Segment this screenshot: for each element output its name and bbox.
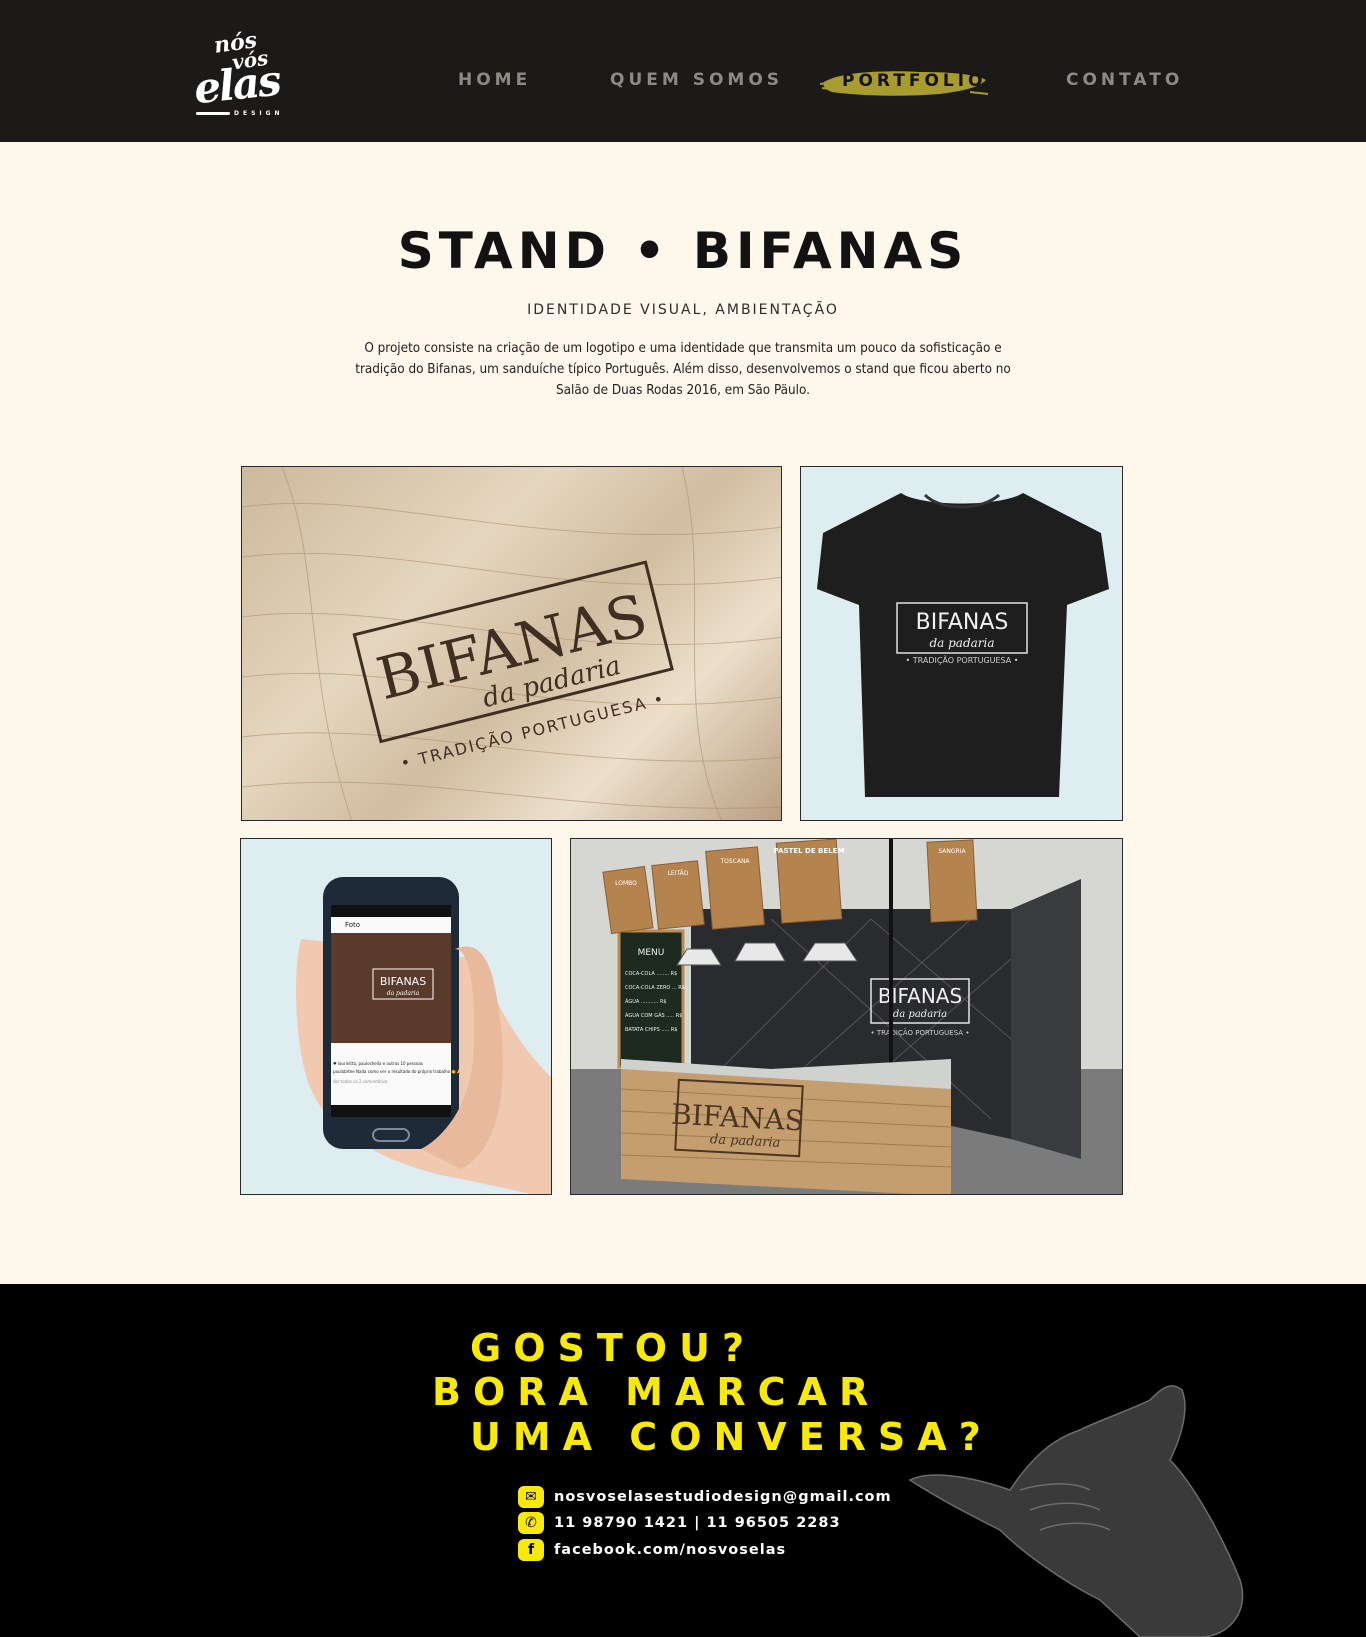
contact-facebook[interactable]: f facebook.com/nosvoselas	[518, 1539, 786, 1561]
phone-more-comments: Ver todos os 2 comentários	[333, 1079, 388, 1084]
stand-counter-brand: BIFANAS	[670, 1098, 804, 1138]
stand-wall-tag: • TRADIÇÃO PORTUGUESA •	[871, 1028, 970, 1037]
wood-stamp-art: BIFANAS da padaria • TRADIÇÃO PORTUGUESA…	[242, 467, 781, 820]
phone-caption: ♥ laurinitta, paulochella e outras 10 pe…	[333, 1061, 423, 1066]
gallery-image-phone[interactable]: Foto BIFANAS da padaria ♥ laurinitta, pa…	[240, 838, 552, 1195]
gallery-image-wood-stamp[interactable]: BIFANAS da padaria • TRADIÇÃO PORTUGUESA…	[241, 466, 782, 821]
phone-brand-text: BIFANAS	[380, 975, 426, 988]
shirt-brand-text: BIFANAS	[916, 610, 1009, 635]
stand-sign-leitao: LEITÃO	[668, 870, 689, 877]
site-header: nós vós elas DESIGN HOME QUEM SOMOS PORT…	[0, 0, 1366, 142]
contact-email-text: nosvoselasestudiodesign@gmail.com	[554, 1489, 892, 1505]
facebook-icon: f	[518, 1539, 544, 1561]
phone-app-title: Foto	[345, 921, 360, 929]
contact-phone[interactable]: ✆ 11 98790 1421 | 11 96505 2283	[518, 1512, 841, 1534]
logo-text-elas: elas	[191, 55, 282, 114]
gallery-image-tshirt[interactable]: BIFANAS da padaria • TRADIÇÃO PORTUGUESA…	[800, 466, 1123, 821]
logo-tag: DESIGN	[234, 110, 284, 117]
stand-sign-pastel: PASTEL DE BELEM	[774, 847, 845, 855]
gallery-image-stand[interactable]: BIFANAS da padaria • TRADIÇÃO PORTUGUESA…	[570, 838, 1123, 1195]
whatsapp-icon: ✆	[518, 1512, 544, 1534]
nav-home[interactable]: HOME	[458, 70, 531, 96]
stand-sign-sangria: SANGRIA	[938, 848, 966, 855]
stand-menu-title: MENU	[638, 948, 665, 958]
stand-sign-toscana: TOSCANA	[719, 858, 750, 865]
stand-menu-item: BATATA CHIPS ..... R$	[625, 1027, 678, 1033]
phone-sub-text: da padaria	[387, 990, 420, 997]
stand-sign-lombo: LOMBO	[615, 880, 637, 887]
logo-underline	[196, 112, 230, 115]
phone-mockup-art: Foto BIFANAS da padaria ♥ laurinitta, pa…	[296, 877, 551, 1194]
project-title: STAND • BIFANAS	[397, 222, 969, 280]
stand-menu-item: ÁGUA COM GÁS ..... R$	[625, 1012, 682, 1019]
project-description: O projeto consiste na criação de um logo…	[355, 341, 1011, 398]
contact-email[interactable]: ✉ nosvoselasestudiodesign@gmail.com	[518, 1486, 892, 1508]
contact-phone-text: 11 98790 1421 | 11 96505 2283	[554, 1515, 841, 1531]
stand-menu-item: COCA-COLA ........ R$	[625, 971, 677, 977]
nav-portfolio-label: PORTFOLIO	[842, 71, 987, 91]
shirt-tag-text: • TRADIÇÃO PORTUGUESA •	[905, 655, 1018, 665]
stand-menu-item: COCA-COLA ZERO ... R$	[625, 985, 685, 991]
stand-render-art: BIFANAS da padaria • TRADIÇÃO PORTUGUESA…	[571, 839, 1122, 1194]
nav-contato[interactable]: CONTATO	[1066, 70, 1183, 96]
stand-wall-sub: da padaria	[893, 1009, 947, 1020]
cta-line-1: GOSTOU?	[470, 1326, 756, 1370]
brand-logo[interactable]: nós vós elas DESIGN	[191, 27, 292, 120]
project-subtitle: IDENTIDADE VISUAL, AMBIENTAÇÃO	[527, 302, 839, 318]
tshirt-art: BIFANAS da padaria • TRADIÇÃO PORTUGUESA…	[817, 493, 1109, 797]
phone-comment: paulabrtee Nada como ver o resultado do …	[333, 1069, 461, 1074]
nav-portfolio[interactable]: PORTFOLIO	[820, 66, 988, 100]
contact-facebook-text: facebook.com/nosvoselas	[554, 1542, 787, 1558]
shirt-sub-text: da padaria	[929, 636, 994, 650]
stand-menu-item: ÁGUA ........... R$	[625, 998, 667, 1005]
nav-quem-somos[interactable]: QUEM SOMOS	[610, 70, 783, 96]
cta-line-2: BORA MARCAR	[432, 1370, 881, 1414]
cta-line-3: UMA CONVERSA?	[470, 1415, 993, 1459]
mail-icon: ✉	[518, 1486, 544, 1508]
